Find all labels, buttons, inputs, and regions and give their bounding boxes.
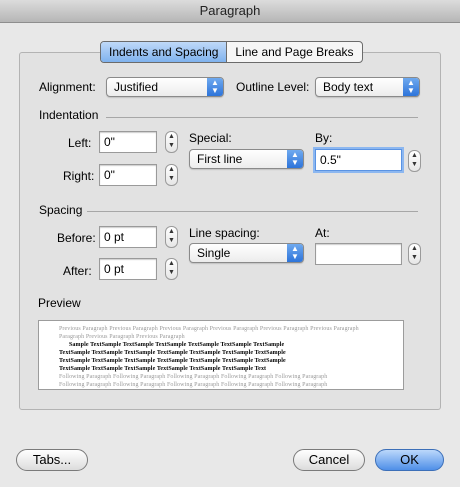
before-value: 0 pt xyxy=(104,230,125,244)
special-value: First line xyxy=(197,152,243,166)
outline-level-value: Body text xyxy=(323,80,374,94)
popup-arrows-icon: ▲ ▼ xyxy=(403,78,419,96)
special-label: Special: xyxy=(189,131,232,145)
at-label: At: xyxy=(315,226,330,240)
preview-previous-line: Previous Paragraph Previous Paragraph Pr… xyxy=(59,326,359,332)
indentation-divider xyxy=(106,117,418,118)
after-value: 0 pt xyxy=(104,262,125,276)
by-stepper[interactable]: ▲ ▼ xyxy=(408,150,421,172)
tab-segmented-control: Indents and Spacing Line and Page Breaks xyxy=(100,41,363,63)
tab-line-and-page-breaks[interactable]: Line and Page Breaks xyxy=(227,42,361,62)
popup-arrows-icon: ▲ ▼ xyxy=(287,150,303,168)
at-stepper[interactable]: ▲ ▼ xyxy=(408,243,421,265)
left-indent-label: Left: xyxy=(68,136,92,150)
alignment-popup[interactable]: Justified ▲ ▼ xyxy=(106,77,224,97)
preview-sample-line: TextSample TextSample TextSample TextSam… xyxy=(59,350,286,356)
right-indent-stepper[interactable]: ▲ ▼ xyxy=(165,164,178,186)
outline-level-popup[interactable]: Body text ▲ ▼ xyxy=(315,77,420,97)
cancel-button[interactable]: Cancel xyxy=(293,449,365,471)
after-label: After: xyxy=(63,264,92,278)
line-spacing-value: Single xyxy=(197,246,231,260)
right-indent-label: Right: xyxy=(63,169,95,183)
preview-following-line: Following Paragraph Following Paragraph … xyxy=(59,382,328,388)
spacing-divider xyxy=(87,211,418,212)
preview-sample-line: TextSample TextSample TextSample TextSam… xyxy=(59,358,286,364)
after-stepper[interactable]: ▲ ▼ xyxy=(165,258,178,280)
popup-arrows-icon: ▲ ▼ xyxy=(287,244,303,262)
outline-level-label: Outline Level: xyxy=(236,80,310,94)
indentation-heading: Indentation xyxy=(39,108,99,122)
paragraph-dialog: Paragraph Indents and Spacing Line and P… xyxy=(0,0,460,487)
popup-arrows-icon: ▲ ▼ xyxy=(207,78,223,96)
left-indent-stepper[interactable]: ▲ ▼ xyxy=(165,131,178,153)
by-label: By: xyxy=(315,131,333,145)
special-popup[interactable]: First line ▲ ▼ xyxy=(189,149,304,169)
preview-box: Previous Paragraph Previous Paragraph Pr… xyxy=(38,320,404,390)
tab-indents-and-spacing[interactable]: Indents and Spacing xyxy=(101,42,228,62)
preview-previous-line: Paragraph Previous Paragraph Previous Pa… xyxy=(59,334,185,340)
left-indent-field[interactable]: 0" xyxy=(99,131,157,153)
preview-following-line: Following Paragraph Following Paragraph … xyxy=(59,374,328,380)
tabs-button[interactable]: Tabs... xyxy=(16,449,88,471)
preview-sample-line: Sample TextSample TextSample TextSample … xyxy=(69,342,285,348)
right-indent-value: 0" xyxy=(104,168,115,182)
right-indent-field[interactable]: 0" xyxy=(99,164,157,186)
ok-button[interactable]: OK xyxy=(375,449,444,471)
spacing-heading: Spacing xyxy=(39,203,83,217)
by-field[interactable]: 0.5" xyxy=(315,149,402,171)
alignment-label: Alignment: xyxy=(39,80,96,94)
at-field[interactable] xyxy=(315,243,402,265)
preview-heading: Preview xyxy=(38,296,81,310)
line-spacing-label: Line spacing: xyxy=(189,226,260,240)
before-label: Before: xyxy=(57,231,96,245)
left-indent-value: 0" xyxy=(104,135,115,149)
preview-sample-line: TextSample TextSample TextSample TextSam… xyxy=(59,366,267,372)
window-title: Paragraph xyxy=(0,0,460,23)
by-value: 0.5" xyxy=(320,153,341,167)
before-field[interactable]: 0 pt xyxy=(99,226,157,248)
after-field[interactable]: 0 pt xyxy=(99,258,157,280)
line-spacing-popup[interactable]: Single ▲ ▼ xyxy=(189,243,304,263)
before-stepper[interactable]: ▲ ▼ xyxy=(165,226,178,248)
alignment-value: Justified xyxy=(114,80,159,94)
